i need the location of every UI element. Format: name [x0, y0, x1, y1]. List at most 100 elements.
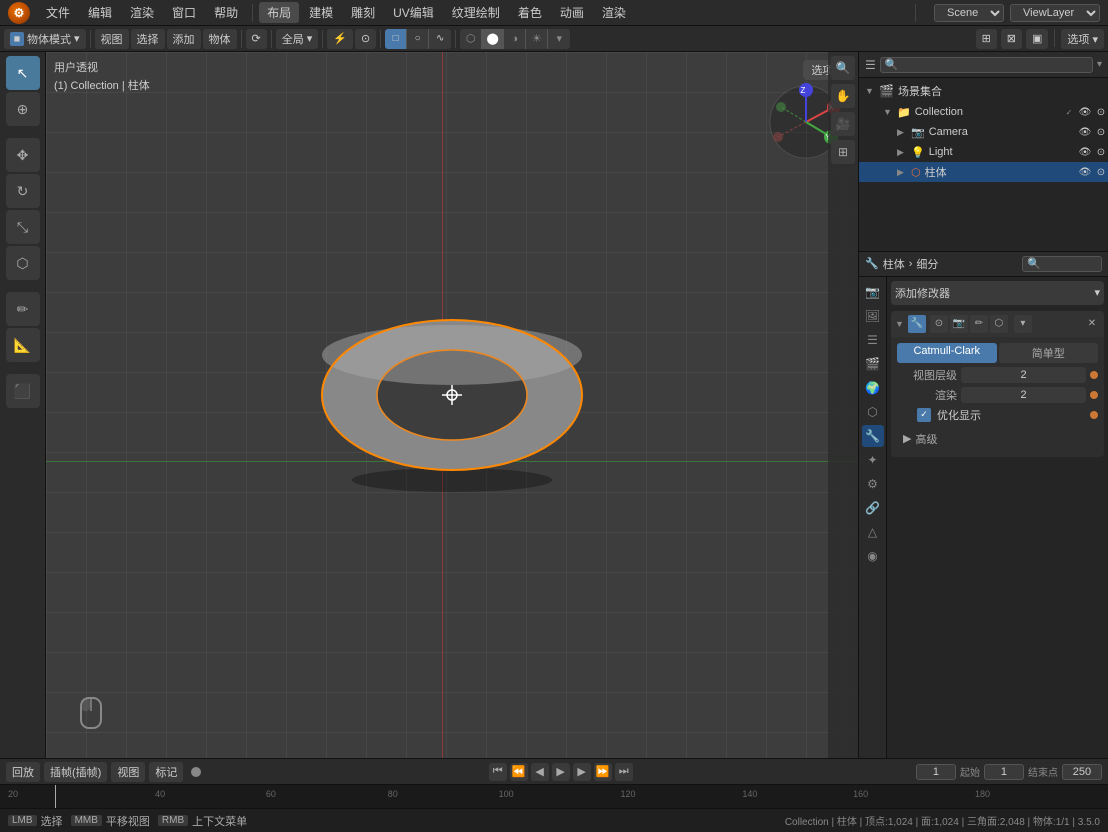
menu-help[interactable]: 帮助 — [206, 2, 246, 23]
add-modifier-button[interactable]: 添加修改器 ▾ — [891, 281, 1104, 305]
props-object-data-icon[interactable]: △ — [862, 521, 884, 543]
menu-window[interactable]: 窗口 — [164, 2, 204, 23]
prev-keyframe-btn[interactable]: ⏪ — [510, 763, 528, 781]
shading-options[interactable]: ▾ — [548, 29, 570, 49]
timeline-track[interactable]: 20 40 60 80 100 120 140 160 180 — [0, 785, 1108, 808]
overlay-toggle[interactable]: ⊠ — [1001, 29, 1022, 49]
play-btn[interactable]: ▶ — [552, 763, 570, 781]
workspace-tab-texture-paint[interactable]: 纹理绘制 — [444, 2, 508, 23]
jump-to-end-btn[interactable]: ⏭ — [615, 763, 633, 781]
props-object-icon[interactable]: ⬡ — [862, 401, 884, 423]
props-view-layer-icon[interactable]: ☰ — [862, 329, 884, 351]
camera-hide-icon[interactable]: 👁 — [1078, 125, 1092, 139]
outliner-search-input[interactable] — [880, 57, 1093, 73]
3d-viewport[interactable]: 用户透视 (1) Collection | 柱体 选项 ▾ X Y — [46, 52, 858, 758]
props-material-icon[interactable]: ◉ — [862, 545, 884, 567]
shading-solid[interactable]: ⬤ — [482, 29, 504, 49]
marker-menu[interactable]: 标记 — [149, 762, 183, 782]
select-menu[interactable]: 选择 — [131, 29, 165, 49]
options-btn[interactable]: 选项 ▾ — [1061, 29, 1104, 49]
optimize-display-checkbox[interactable]: ✓ — [917, 408, 931, 422]
menu-edit[interactable]: 编辑 — [80, 2, 120, 23]
object-menu[interactable]: 物体 — [203, 29, 237, 49]
prev-frame-btn[interactable]: ◀ — [531, 763, 549, 781]
next-frame-btn[interactable]: ▶ — [573, 763, 591, 781]
zoom-in-btn[interactable]: 🔍 — [831, 56, 855, 80]
render-levels-value[interactable]: 2 — [961, 387, 1086, 403]
collection-hide-icon[interactable]: 👁 — [1078, 105, 1092, 119]
modifier-realtime-icon[interactable]: ⊙ — [930, 315, 948, 333]
select-lasso[interactable]: ∿ — [429, 29, 451, 49]
mesh-item[interactable]: ▶ ⬡ 柱体 👁 ⊙ — [859, 162, 1108, 182]
timeline-view-menu[interactable]: 视图 — [111, 762, 145, 782]
menu-file[interactable]: 文件 — [38, 2, 78, 23]
props-modifier-icon[interactable]: 🔧 — [862, 425, 884, 447]
xray-toggle[interactable]: ▣ — [1026, 29, 1048, 49]
modifier-collapse-arrow[interactable]: ▼ — [895, 319, 904, 329]
snap-toggle[interactable]: ⚡ — [327, 29, 353, 49]
collection-item[interactable]: ▼ 📁 Collection ✓ 👁 ⊙ — [859, 102, 1108, 122]
props-world-icon[interactable]: 🌍 — [862, 377, 884, 399]
props-output-icon[interactable]: 🖼 — [862, 305, 884, 327]
workspace-tab-sculpt[interactable]: 雕刻 — [343, 2, 383, 23]
mesh-viewport-icon[interactable]: ⊙ — [1094, 165, 1108, 179]
current-frame-input[interactable] — [916, 764, 956, 780]
props-physics-icon[interactable]: ⚙ — [862, 473, 884, 495]
light-viewport-icon[interactable]: ⊙ — [1094, 145, 1108, 159]
properties-search-input[interactable] — [1022, 256, 1102, 272]
gizmo-toggle[interactable]: ⊞ — [976, 29, 997, 49]
modifier-close-button[interactable]: ✕ — [1084, 316, 1100, 332]
annotate-tool[interactable]: ✏ — [6, 292, 40, 326]
light-item[interactable]: ▶ 💡 Light 👁 ⊙ — [859, 142, 1108, 162]
playback-menu[interactable]: 回放 — [6, 762, 40, 782]
shading-material[interactable]: ◑ — [504, 29, 526, 49]
jump-to-start-btn[interactable]: ⏮ — [489, 763, 507, 781]
shading-wireframe[interactable]: ⬡ — [460, 29, 482, 49]
move-tool[interactable]: ✥ — [6, 138, 40, 172]
menu-render[interactable]: 渲染 — [122, 2, 162, 23]
workspace-tab-uv[interactable]: UV编辑 — [385, 2, 442, 23]
cursor-tool[interactable]: ⊕ — [6, 92, 40, 126]
workspace-tab-rendering[interactable]: 渲染 — [594, 2, 634, 23]
props-render-icon[interactable]: 📷 — [862, 281, 884, 303]
modifier-render-icon[interactable]: 📷 — [950, 315, 968, 333]
simple-btn[interactable]: 简单型 — [999, 343, 1099, 363]
mesh-hide-icon[interactable]: 👁 — [1078, 165, 1092, 179]
camera-perspective-btn[interactable]: ⊞ — [831, 140, 855, 164]
proportional-edit-toggle[interactable]: ⊙ — [355, 29, 376, 49]
workspace-tab-modeling[interactable]: 建模 — [301, 2, 341, 23]
outliner-filter-icon[interactable]: ▾ — [1097, 59, 1102, 70]
scene-selector[interactable]: Scene — [934, 4, 1004, 22]
global-local-selector[interactable]: 全局 ▾ — [276, 29, 319, 49]
modifier-dropdown-btn[interactable]: ▾ — [1014, 315, 1032, 333]
pan-btn[interactable]: ✋ — [831, 84, 855, 108]
props-particles-icon[interactable]: ✦ — [862, 449, 884, 471]
transform-tool[interactable]: ⬡ — [6, 246, 40, 280]
select-circle[interactable]: ○ — [407, 29, 429, 49]
modifier-cage-icon[interactable]: ⬡ — [990, 315, 1008, 333]
scale-tool[interactable]: ⤡ — [6, 210, 40, 244]
measure-tool[interactable]: 📐 — [6, 328, 40, 362]
select-tool[interactable]: ↖ — [6, 56, 40, 90]
add-menu[interactable]: 添加 — [167, 29, 201, 49]
view-levels-value[interactable]: 2 — [961, 367, 1086, 383]
select-box[interactable]: □ — [385, 29, 407, 49]
advanced-section[interactable]: ▶ 高级 — [897, 427, 1098, 451]
camera-item[interactable]: ▶ 📷 Camera 👁 ⊙ — [859, 122, 1108, 142]
viewlayer-selector[interactable]: ViewLayer — [1010, 4, 1100, 22]
shading-rendered[interactable]: ☀ — [526, 29, 548, 49]
blender-logo[interactable]: ⚙ — [8, 2, 30, 24]
workspace-tab-layout[interactable]: 布局 — [259, 2, 299, 23]
modifier-editmode-icon[interactable]: ✏ — [970, 315, 988, 333]
props-constraints-icon[interactable]: 🔗 — [862, 497, 884, 519]
collection-viewport-icon[interactable]: ⊙ — [1094, 105, 1108, 119]
catmull-clark-btn[interactable]: Catmull-Clark — [897, 343, 997, 363]
scene-collection-row[interactable]: ▼ 🎬 场景集合 — [859, 80, 1108, 102]
next-keyframe-btn[interactable]: ⏩ — [594, 763, 612, 781]
props-scene-icon[interactable]: 🎬 — [862, 353, 884, 375]
transform-gizmo-toggle[interactable]: ⟳ — [246, 29, 267, 49]
view-menu[interactable]: 视图 — [95, 29, 129, 49]
light-hide-icon[interactable]: 👁 — [1078, 145, 1092, 159]
start-frame-input[interactable] — [984, 764, 1024, 780]
collection-checkbox-icon[interactable]: ✓ — [1062, 105, 1076, 119]
